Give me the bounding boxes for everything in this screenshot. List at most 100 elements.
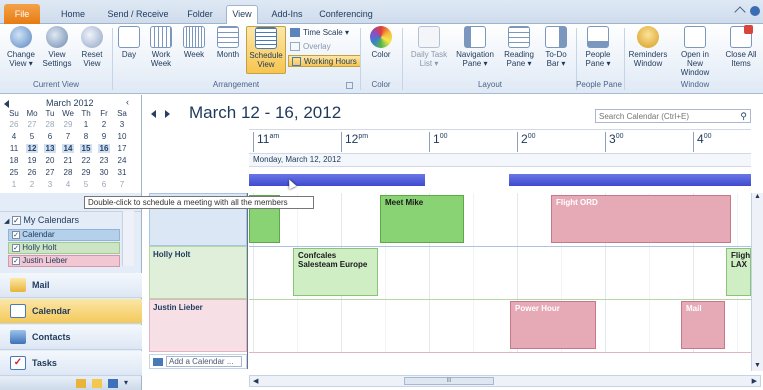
add-calendar-box[interactable]: Add a Calendar ... [149, 354, 247, 369]
appointment-confcales[interactable]: Confcales Salesteam Europe [293, 248, 378, 296]
checkbox-icon[interactable]: ✓ [12, 244, 20, 252]
search-icon[interactable]: ⚲ [740, 111, 747, 122]
mini-calendar-date[interactable]: 3 [116, 120, 128, 129]
reset-view-button[interactable]: Reset View [76, 26, 108, 74]
mini-calendar-date[interactable]: 29 [62, 120, 74, 129]
mini-calendar-date[interactable]: 2 [98, 120, 110, 129]
close-all-items-button[interactable]: Close All Items [720, 25, 762, 74]
working-hours-button[interactable]: Working Hours [288, 55, 361, 67]
appointment-meet-mike[interactable]: Meet Mike [380, 195, 464, 243]
tab-home[interactable]: Home [58, 6, 88, 24]
mini-calendar-date[interactable]: 5 [80, 180, 92, 189]
mini-calendar-date[interactable]: 4 [62, 180, 74, 189]
calendar-item-holly-holt[interactable]: ✓ Holly Holt [8, 242, 120, 254]
todo-bar-button[interactable]: To-Do Bar ▾ [540, 26, 572, 74]
tab-file[interactable]: File [4, 4, 40, 24]
mini-calendar-date[interactable]: 1 [80, 120, 92, 129]
calendars-scrollbar[interactable] [122, 211, 134, 266]
collapse-nav-icon[interactable]: ‹ [126, 97, 132, 107]
mini-calendar-date[interactable]: 11 [8, 144, 20, 153]
mini-calendar-date[interactable]: 4 [8, 132, 20, 141]
previous-week-icon[interactable] [151, 110, 156, 118]
view-settings-button[interactable]: View Settings [40, 26, 74, 74]
mini-calendar-date[interactable]: 2 [26, 180, 38, 189]
mini-calendar-date[interactable]: 18 [8, 156, 20, 165]
mini-calendar-date[interactable]: 16 [98, 144, 110, 153]
configure-buttons-icon[interactable]: ▾ [124, 378, 128, 387]
mini-calendar-date[interactable]: 3 [44, 180, 56, 189]
mini-calendar-date[interactable]: 14 [62, 144, 74, 153]
tab-conferencing[interactable]: Conferencing [316, 6, 376, 24]
mini-calendar-date[interactable]: 1 [8, 180, 20, 189]
open-in-new-window-button[interactable]: Open in New Window [672, 26, 718, 77]
mini-calendar-date[interactable]: 15 [80, 144, 92, 153]
mini-calendar-date[interactable]: 28 [62, 168, 74, 177]
mini-calendar-date[interactable]: 7 [116, 180, 128, 189]
color-button[interactable]: Color [366, 26, 396, 74]
mini-calendar-date[interactable]: 6 [44, 132, 56, 141]
mini-calendar-date[interactable]: 6 [98, 180, 110, 189]
horizontal-scrollbar[interactable]: ◀ III ▶ [249, 375, 761, 387]
reading-pane-button[interactable]: Reading Pane ▾ [500, 26, 538, 74]
scroll-down-icon[interactable]: ▼ [754, 362, 761, 369]
people-pane-button[interactable]: People Pane ▾ [580, 26, 616, 74]
tab-view[interactable]: View [226, 5, 258, 25]
mini-calendar-date[interactable]: 7 [62, 132, 74, 141]
mini-calendar-date[interactable]: 9 [98, 132, 110, 141]
mini-calendar-date[interactable]: 26 [26, 168, 38, 177]
shortcuts-icon[interactable] [108, 379, 118, 388]
mini-calendar-date[interactable]: 30 [98, 168, 110, 177]
next-week-icon[interactable] [165, 110, 170, 118]
week-view-button[interactable]: Week [180, 26, 208, 74]
calendar-item-calendar[interactable]: ✓ Calendar [8, 229, 120, 241]
nav-mail[interactable]: Mail [0, 273, 142, 298]
mini-calendar-date[interactable]: 25 [8, 168, 20, 177]
nav-tasks[interactable]: ✓ Tasks [0, 351, 142, 376]
tab-folder[interactable]: Folder [184, 6, 216, 24]
folder-icon[interactable] [76, 379, 86, 388]
mini-calendar-date[interactable]: 28 [44, 120, 56, 129]
tab-add-ins[interactable]: Add-Ins [268, 6, 306, 24]
mini-calendar-date[interactable]: 8 [80, 132, 92, 141]
mini-calendar-date[interactable]: 27 [26, 120, 38, 129]
arrangement-dialog-launcher-icon[interactable] [346, 82, 353, 89]
scroll-right-icon[interactable]: ▶ [752, 377, 757, 385]
schedule-view-button[interactable]: Schedule View [246, 26, 286, 74]
mini-calendar-date[interactable]: 17 [116, 144, 128, 153]
scroll-up-icon[interactable]: ▲ [754, 193, 761, 200]
mini-calendar-date[interactable]: 31 [116, 168, 128, 177]
mini-calendar-date[interactable]: 19 [26, 156, 38, 165]
mini-calendar-date[interactable]: 24 [116, 156, 128, 165]
work-week-view-button[interactable]: Work Week [146, 26, 176, 74]
help-icon[interactable] [750, 6, 760, 16]
mini-calendar-date[interactable]: 29 [80, 168, 92, 177]
daily-task-list-button[interactable]: Daily Task List ▾ [408, 26, 450, 74]
vertical-scrollbar[interactable]: ▲ ▼ [751, 193, 763, 371]
mini-calendar-date[interactable]: 12 [26, 144, 38, 153]
my-calendars-group[interactable]: ◢ ✓ My Calendars [4, 215, 79, 226]
change-view-button[interactable]: Change View ▾ [4, 26, 38, 74]
search-input[interactable] [596, 110, 734, 122]
overlay-button[interactable]: Overlay [290, 41, 331, 53]
mini-calendar-date[interactable]: 13 [44, 144, 56, 153]
minimize-ribbon-icon[interactable] [734, 6, 746, 18]
appointment-flight-ord[interactable]: Flight ORD [551, 195, 731, 243]
nav-calendar[interactable]: Calendar [0, 299, 142, 324]
mini-calendar-date[interactable]: 26 [8, 120, 20, 129]
appointment-flight-lax[interactable]: Flight LAX [726, 248, 751, 296]
nav-contacts[interactable]: Contacts [0, 325, 142, 350]
mini-calendar-date[interactable]: 20 [44, 156, 56, 165]
scroll-thumb[interactable]: III [404, 377, 494, 385]
mini-calendar-date[interactable]: 23 [98, 156, 110, 165]
checkbox-icon[interactable]: ✓ [12, 231, 20, 239]
appointment-power-hour[interactable]: Power Hour [510, 301, 596, 349]
checkbox-icon[interactable]: ✓ [11, 216, 21, 226]
appointment-mail[interactable]: Mail [681, 301, 725, 349]
mini-calendar-date[interactable]: 21 [62, 156, 74, 165]
day-view-button[interactable]: Day [116, 26, 142, 74]
folder-list-icon[interactable] [92, 379, 102, 388]
mini-calendar-date[interactable]: 10 [116, 132, 128, 141]
tab-send-receive[interactable]: Send / Receive [104, 6, 172, 24]
mini-calendar-date[interactable]: 27 [44, 168, 56, 177]
previous-month-icon[interactable] [4, 100, 9, 108]
